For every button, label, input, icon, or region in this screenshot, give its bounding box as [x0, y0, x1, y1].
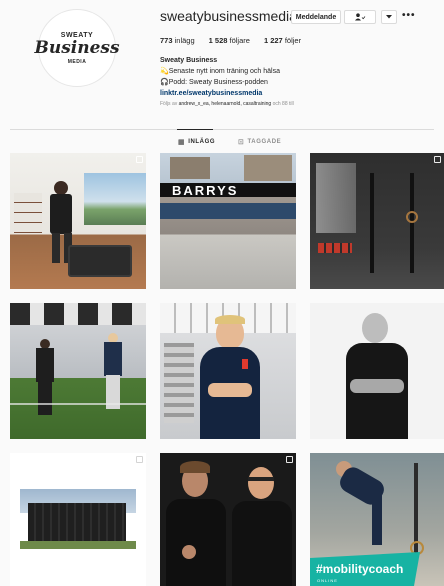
person-body [36, 348, 54, 382]
logo-mark [242, 359, 248, 369]
person-face [248, 467, 274, 499]
bio-line-2: 🎧Podd: Sweaty Business-podden [160, 79, 268, 86]
multiple-images-icon [286, 456, 293, 463]
rack-pole [410, 173, 414, 273]
active-tab-indicator [177, 129, 213, 130]
post-6[interactable] [310, 303, 444, 439]
message-button[interactable]: Meddelande [291, 10, 341, 24]
person-hair [180, 461, 210, 473]
grid-icon: ▦ [178, 139, 186, 146]
person-body [166, 499, 226, 586]
storefront [160, 203, 296, 219]
rack-pole [414, 463, 418, 553]
bookshelf [14, 193, 42, 233]
barrys-sign: BARRYS [160, 183, 296, 198]
multiple-images-icon [434, 156, 441, 163]
glasses [248, 477, 274, 481]
profile-header: SWEATY Business MEDIA sweatybusinessmedi… [0, 0, 444, 128]
person-leg [372, 493, 382, 545]
post-9[interactable]: #mobilitycoach ONLINE [310, 453, 444, 586]
person-check-icon [355, 13, 366, 21]
window-view [84, 173, 146, 225]
fist [182, 545, 196, 559]
kettlebells [318, 243, 352, 253]
person-head [362, 313, 388, 343]
tag-icon: ⊡ [238, 139, 245, 146]
person-leg [52, 233, 60, 263]
crossed-arms [208, 383, 252, 397]
mobilitycoach-banner: #mobilitycoach ONLINE [310, 552, 444, 586]
chevron-down-icon [386, 15, 392, 19]
post-8[interactable] [160, 453, 296, 586]
tab-tagged[interactable]: ⊡ TAGGADE [238, 138, 281, 146]
bio-link[interactable]: linktr.ee/sweatybusinessmedia [160, 88, 430, 99]
post-1[interactable] [10, 153, 146, 289]
avatar-text-main: Business [34, 37, 120, 58]
avatar-text-bottom: MEDIA [67, 58, 87, 65]
person-hair [215, 315, 245, 324]
person-body [104, 342, 122, 376]
stat-followers[interactable]: 1 528 följare [209, 36, 250, 45]
multiple-images-icon [136, 456, 143, 463]
profile-avatar[interactable]: SWEATY Business MEDIA [34, 9, 120, 87]
bio-line-1: 💫Senaste nytt inom träning och hälsa [160, 68, 281, 75]
mobilitycoach-text: #mobilitycoach [316, 562, 404, 576]
tabs-divider [10, 129, 434, 130]
person-body [50, 194, 72, 234]
person-body [232, 501, 292, 586]
turf-line [10, 403, 146, 405]
gym-machine [164, 343, 194, 423]
window-light [316, 163, 356, 233]
gym-container [28, 503, 126, 541]
multiple-images-icon [136, 156, 143, 163]
ceiling [10, 303, 146, 325]
stat-following[interactable]: 1 227 följer [264, 36, 301, 45]
post-7[interactable] [10, 453, 146, 586]
post-4[interactable] [10, 303, 146, 439]
person-legs [38, 381, 52, 415]
rack-pole [370, 173, 374, 273]
building [244, 155, 292, 181]
tab-posts[interactable]: ▦ INLÄGG [178, 138, 215, 146]
profile-stats: 773 inlägg 1 528 följare 1 227 följer [160, 36, 301, 45]
post-2[interactable]: BARRYS [160, 153, 296, 289]
suggested-dropdown-button[interactable] [381, 10, 397, 24]
mobilitycoach-subtext: ONLINE [317, 578, 338, 583]
more-options-button[interactable]: ••• [402, 10, 416, 21]
person-head [54, 181, 68, 195]
post-3[interactable] [310, 153, 444, 289]
stat-posts: 773 inlägg [160, 36, 195, 45]
profile-bio: Sweaty Business 💫Senaste nytt inom träni… [160, 55, 430, 99]
bio-name: Sweaty Business [160, 57, 218, 64]
kettlebell-rack [68, 245, 132, 277]
crossed-arms [350, 379, 404, 393]
grass [20, 541, 136, 549]
followed-by[interactable]: Följs av andrew_x_ea, helenaarnold, casa… [160, 101, 294, 107]
building [170, 157, 210, 179]
post-5[interactable] [160, 303, 296, 439]
gym-ring [406, 211, 418, 223]
following-button[interactable] [344, 10, 376, 24]
profile-username: sweatybusinessmedia [160, 8, 297, 24]
